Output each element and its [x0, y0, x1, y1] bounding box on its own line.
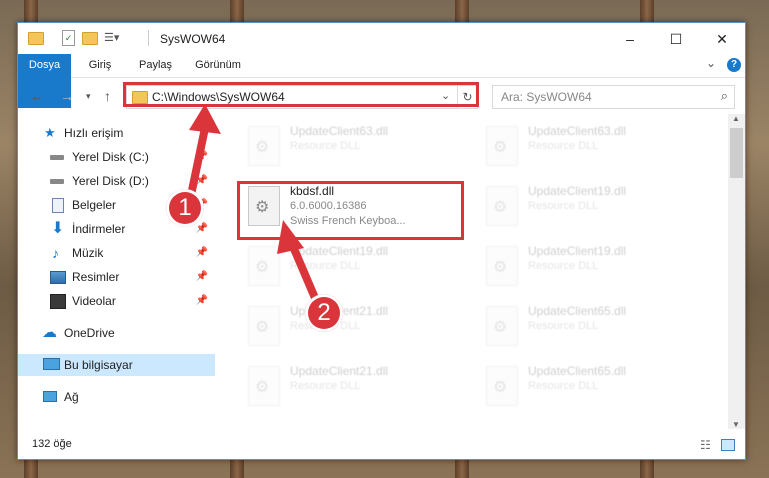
- annotation-badge-1: 1: [166, 189, 204, 227]
- annotation-badge-2: 2: [305, 294, 343, 332]
- annotation-arrows: [186, 104, 322, 309]
- arrow-2-head: [277, 220, 304, 254]
- arrow-1-head: [189, 104, 221, 134]
- arrow-1-line: [186, 124, 209, 204]
